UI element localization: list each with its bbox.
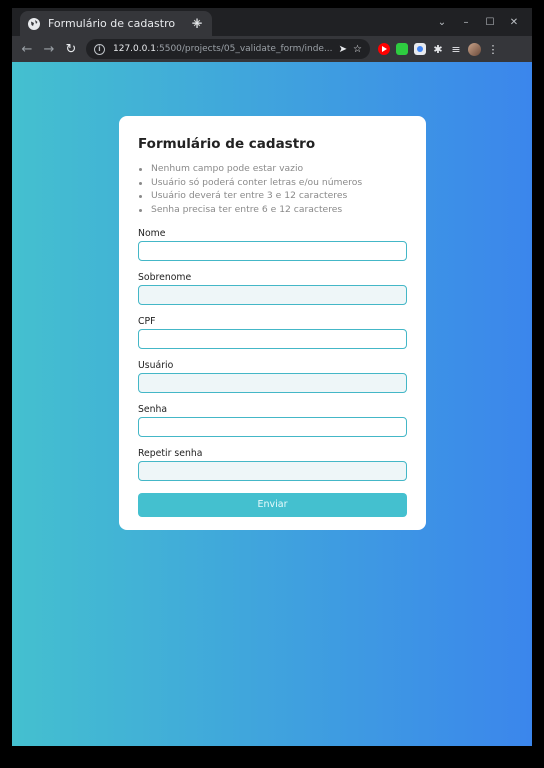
- green-extension-icon[interactable]: [396, 43, 408, 55]
- star-icon[interactable]: ☆: [353, 44, 362, 55]
- sobrenome-label: Sobrenome: [138, 271, 192, 283]
- browser-toolbar: ← → ↻ i 127.0.0.1:5500/projects/05_valid…: [12, 36, 532, 62]
- tab-active[interactable]: Formulário de cadastro ✕: [20, 11, 212, 36]
- nome-input[interactable]: [138, 240, 407, 261]
- submit-button[interactable]: Enviar: [138, 492, 407, 517]
- reload-icon[interactable]: ↻: [60, 38, 82, 60]
- back-icon[interactable]: ←: [16, 38, 38, 60]
- field-cpf: CPF: [138, 315, 407, 349]
- nome-label: Nome: [138, 227, 166, 239]
- field-sobrenome: Sobrenome: [138, 271, 407, 305]
- new-tab-button[interactable]: +: [188, 14, 206, 32]
- url-path: :5500/projects/05_validate_form/inde...: [155, 44, 333, 54]
- form-title: Formulário de cadastro: [138, 136, 316, 152]
- senha-label: Senha: [138, 403, 168, 415]
- chevron-down-icon[interactable]: ⌄: [430, 14, 454, 30]
- repetir-senha-label: Repetir senha: [138, 447, 203, 459]
- field-nome: Nome: [138, 227, 407, 261]
- usuario-label: Usuário: [138, 359, 174, 371]
- extensions-bar: ✱ ≡ ⋮: [378, 42, 499, 56]
- maximize-icon[interactable]: ☐: [478, 14, 502, 30]
- cpf-input[interactable]: [138, 328, 407, 349]
- queue-icon[interactable]: ≡: [450, 43, 462, 56]
- camera-extension-icon[interactable]: [414, 43, 426, 55]
- close-window-icon[interactable]: ✕: [502, 14, 526, 30]
- rule-item: Usuário deverá ter entre 3 e 12 caracter…: [138, 189, 407, 203]
- url-text[interactable]: 127.0.0.1:5500/projects/05_validate_form…: [113, 44, 333, 54]
- forward-icon[interactable]: →: [38, 38, 60, 60]
- rules-list: Nenhum campo pode estar vazio Usuário só…: [138, 162, 407, 217]
- minimize-icon[interactable]: –: [454, 14, 478, 30]
- window-controls: ⌄ – ☐ ✕: [430, 14, 526, 30]
- youtube-extension-icon[interactable]: [378, 43, 390, 55]
- field-usuario: Usuário: [138, 359, 407, 393]
- address-bar[interactable]: i 127.0.0.1:5500/projects/05_validate_fo…: [86, 39, 370, 59]
- page-viewport: Formulário de cadastro Nenhum campo pode…: [12, 62, 532, 746]
- avatar[interactable]: [468, 42, 481, 56]
- browser-window: Formulário de cadastro ✕ + ⌄ – ☐ ✕ ← → ↻…: [12, 8, 532, 746]
- senha-input[interactable]: [138, 416, 407, 437]
- cpf-label: CPF: [138, 315, 156, 327]
- sobrenome-input[interactable]: [138, 284, 407, 305]
- globe-icon: [28, 17, 40, 30]
- repetir-senha-input[interactable]: [138, 460, 407, 481]
- url-host: 127.0.0.1: [113, 44, 156, 54]
- rule-item: Nenhum campo pode estar vazio: [138, 162, 407, 176]
- register-form-card: Formulário de cadastro Nenhum campo pode…: [119, 116, 426, 530]
- usuario-input[interactable]: [138, 372, 407, 393]
- tab-strip: Formulário de cadastro ✕ + ⌄ – ☐ ✕: [12, 8, 532, 36]
- puzzle-icon[interactable]: ✱: [432, 43, 444, 56]
- send-icon[interactable]: ➤: [339, 44, 347, 55]
- info-icon[interactable]: i: [94, 43, 105, 55]
- more-icon[interactable]: ⋮: [487, 43, 499, 56]
- field-repetir-senha: Repetir senha: [138, 447, 407, 481]
- field-senha: Senha: [138, 403, 407, 437]
- tab-title: Formulário de cadastro: [48, 17, 176, 30]
- rule-item: Usuário só poderá conter letras e/ou núm…: [138, 176, 407, 190]
- rule-item: Senha precisa ter entre 6 e 12 caractere…: [138, 203, 407, 217]
